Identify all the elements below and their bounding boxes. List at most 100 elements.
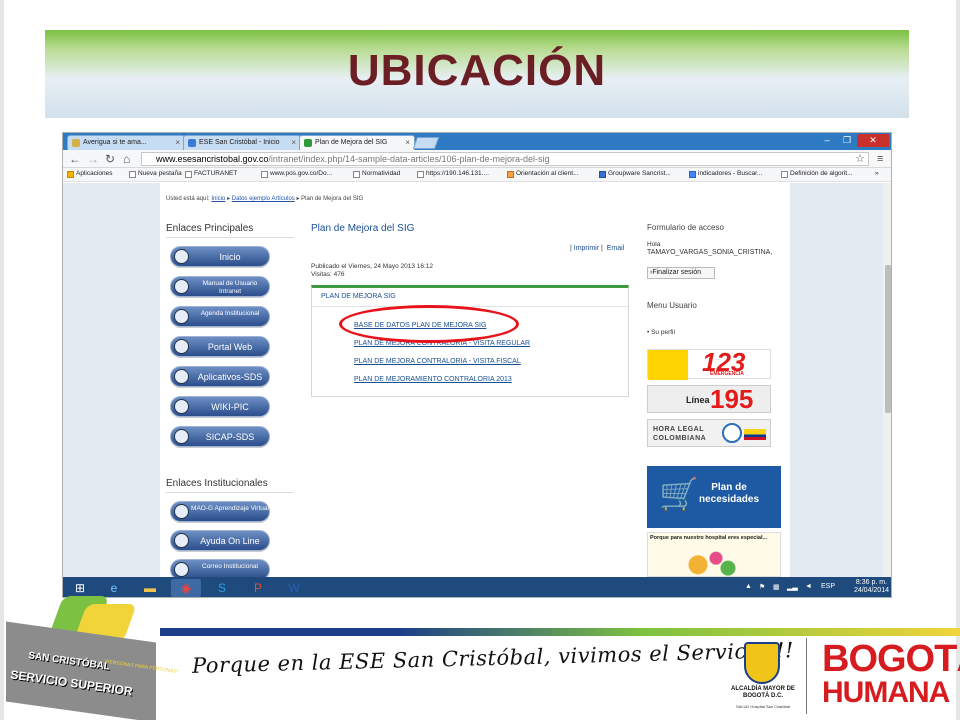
bookmark-item[interactable]: www.pos.gov.co/Do... (261, 170, 332, 178)
bookmark-item[interactable]: https://190.146.131.... (417, 170, 489, 178)
powerpoint-icon[interactable]: P (243, 579, 273, 597)
right-border-decoration (956, 0, 960, 720)
banner-especial[interactable]: Porque para nuestro hospital eres especi… (647, 532, 781, 578)
scrollbar-thumb[interactable] (885, 265, 891, 413)
banner-plan-necesidades[interactable]: 🛒 Plan de necesidades (647, 466, 781, 528)
reload-icon[interactable]: ↻ (105, 151, 115, 167)
breadcrumb-link-inicio[interactable]: Inicio (211, 196, 225, 202)
lifebuoy-icon (174, 533, 189, 548)
bookmark-item[interactable]: Orientación al client... (507, 170, 579, 178)
ie-icon[interactable]: e (99, 579, 129, 597)
minimize-icon[interactable]: – (817, 134, 837, 147)
forward-icon[interactable]: → (87, 151, 99, 167)
print-link[interactable]: Imprimir (574, 245, 599, 252)
banner-195-label: Línea (686, 395, 710, 405)
url-host: www.esesancristobal.gov.co (156, 154, 269, 164)
tab-averigua[interactable]: Averigua si te ama... × (67, 135, 185, 150)
breadcrumb-link-datos[interactable]: Datos ejemplo Artículos (232, 196, 295, 202)
bookmark-item[interactable]: indicadores - Buscar... (689, 170, 762, 178)
restore-icon[interactable]: ❐ (837, 134, 857, 147)
banner-linea-195[interactable]: Línea 195 (647, 384, 771, 414)
clock[interactable]: 8:36 p. m. 24/04/2014 (854, 579, 889, 595)
bogota-logo-line2: HUMANA (822, 676, 950, 709)
tab-plan-de-mejora[interactable]: Plan de Mejora del SIG × (299, 135, 415, 150)
bookmark-item[interactable]: Definición de algorit... (781, 170, 853, 178)
bookmark-item[interactable]: Nueva pestaña (129, 170, 182, 178)
clock-date: 24/04/2014 (853, 587, 889, 594)
home-icon (174, 249, 189, 264)
address-bar[interactable]: www.esesancristobal.gov.co/intranet/inde… (141, 152, 869, 166)
banner-hora-legal[interactable]: HORA LEGAL COLOMBIANA (647, 419, 771, 447)
article-title: Plan de Mejora del SIG (311, 223, 415, 234)
browser-toolbar: ← → ↻ ⌂ www.esesancristobal.gov.co/intra… (63, 150, 891, 168)
tab-label: Averigua si te ama... (83, 139, 147, 146)
bookmarks-more-icon[interactable]: » (875, 170, 879, 177)
clock-time: 8:36 p. m. (855, 579, 888, 586)
tab-inicio[interactable]: ESE San Cristóbal - Inicio × (183, 135, 301, 150)
tab-bar: Averigua si te ama... × ESE San Cristóba… (63, 133, 891, 150)
menu-link-label: Ayuda On Line (200, 536, 260, 546)
menu-link-inicio[interactable]: Inicio (170, 246, 270, 267)
menu-link-sicap[interactable]: SICAP-SDS (170, 426, 270, 447)
close-icon[interactable]: × (405, 138, 410, 147)
signal-icon[interactable]: ▂▃ (787, 583, 798, 591)
enlaces-institucionales-heading: Enlaces Institucionales (166, 478, 294, 493)
banner-plan-text: Plan de necesidades (699, 482, 759, 506)
breadcrumb: Usted está aquí: Inicio ▸ Datos ejemplo … (166, 195, 363, 202)
plan-line2: necesidades (699, 494, 760, 505)
close-icon[interactable]: × (291, 138, 296, 147)
bookmark-item[interactable]: Aplicaciones (67, 170, 113, 178)
network-icon[interactable]: ▦ (773, 583, 780, 591)
scrollbar[interactable] (883, 183, 891, 577)
su-perfil-link[interactable]: • Su perfil (647, 329, 675, 336)
back-icon[interactable]: ← (69, 151, 81, 167)
bookmark-item[interactable]: Normatividad (353, 170, 400, 178)
plan-line1: Plan de (711, 482, 747, 493)
tray-arrow-icon[interactable]: ▲ (745, 583, 752, 590)
skype-icon[interactable]: S (207, 579, 237, 597)
cake-icon (680, 545, 740, 578)
close-window-icon[interactable]: ✕ (857, 134, 889, 147)
bookmark-item[interactable]: Groupware Sancrist... (599, 170, 671, 178)
menu-link-agenda[interactable]: Agenda Institucional (170, 306, 270, 327)
menu-link-maog[interactable]: MAO-G Aprendizaje Virtual (170, 501, 270, 522)
banner-123-emergencia[interactable]: 123 EMERGENCIA (647, 347, 771, 380)
new-tab-button[interactable] (412, 137, 440, 149)
menu-link-ayuda[interactable]: Ayuda On Line (170, 530, 270, 551)
plan-link-2013[interactable]: PLAN DE MEJORAMIENTO CONTRALORIA 2013 (354, 376, 512, 383)
tab-favicon-icon (304, 139, 312, 147)
word-icon[interactable]: W (279, 579, 309, 597)
close-icon[interactable]: × (175, 138, 180, 147)
home-icon[interactable]: ⌂ (123, 151, 130, 167)
volume-icon[interactable]: ◄ (805, 583, 812, 590)
flag-icon[interactable]: ⚑ (759, 583, 765, 591)
bogota-logo-line1: BOGOTÁ (822, 638, 960, 680)
book-icon (174, 279, 189, 294)
language-indicator[interactable]: ESP (821, 583, 835, 590)
title-band: UBICACIÓN (45, 30, 909, 118)
printer-icon (174, 429, 189, 444)
tab-favicon-icon (188, 139, 196, 147)
menu-link-aplicativos[interactable]: Aplicativos-SDS (170, 366, 270, 387)
menu-link-wiki[interactable]: WIKI-PIC (170, 396, 270, 417)
breadcrumb-separator: ▸ (296, 196, 300, 202)
breadcrumb-current: Plan de Mejora del SIG (301, 196, 364, 202)
logout-button[interactable]: ›Finalizar sesión (647, 267, 715, 279)
email-link[interactable]: Email (607, 245, 625, 252)
start-button[interactable]: ⊞ (65, 579, 95, 597)
chrome-icon[interactable]: ◉ (171, 579, 201, 597)
bookmark-item[interactable]: FACTURANET (185, 170, 237, 178)
url-path: /intranet/index.php/14-sample-data-artic… (268, 154, 550, 164)
people-icon (174, 504, 189, 519)
app-icon (174, 369, 189, 384)
explorer-icon[interactable]: ▬ (135, 579, 165, 597)
bookmark-star-icon[interactable]: ☆ (855, 151, 865, 167)
banner-123-label: EMERGENCIA (710, 371, 744, 377)
username: TAMAYO_VARGAS_SONIA_CRISTINA, (647, 249, 773, 256)
menu-link-label: MAO-G Aprendizaje Virtual (191, 505, 269, 512)
banner-123-stripe (648, 350, 688, 380)
menu-icon[interactable]: ≡ (877, 151, 883, 167)
plan-link-visita-fiscal[interactable]: PLAN DE MEJORA CONTRALORIA - VISITA FISC… (354, 358, 521, 365)
menu-link-portal-web[interactable]: Portal Web (170, 336, 270, 357)
menu-link-manual[interactable]: Manual de Usuario Intranet (170, 276, 270, 297)
